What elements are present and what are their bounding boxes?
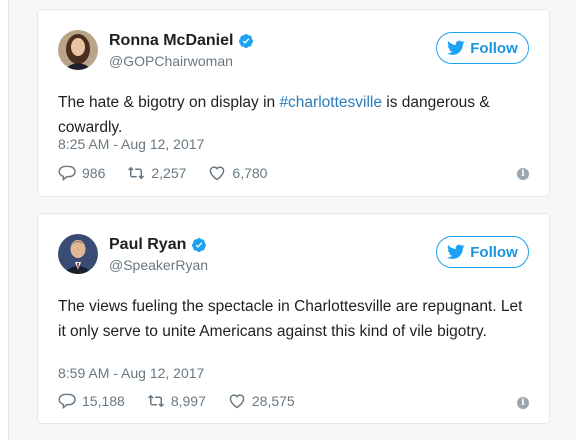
reply-count: 15,188 <box>82 393 125 409</box>
twitter-bird-icon <box>447 244 465 259</box>
left-divider <box>0 0 9 440</box>
author-name[interactable]: Ronna McDaniel <box>109 32 233 50</box>
follow-button[interactable]: Follow <box>436 236 529 268</box>
like-count: 6,780 <box>232 165 268 181</box>
retweet-icon <box>147 394 164 408</box>
avatar[interactable] <box>58 234 98 274</box>
retweet-action[interactable]: 2,257 <box>127 165 186 181</box>
verified-badge-icon <box>239 34 254 48</box>
hashtag-link[interactable]: #charlottesville <box>279 94 382 111</box>
tweet-card[interactable]: Paul Ryan @SpeakerRyan Follow The views … <box>37 213 550 424</box>
tweet-actions: 15,188 8,997 28,575 <box>58 393 317 409</box>
tweet-timestamp[interactable]: 8:25 AM - Aug 12, 2017 <box>58 136 204 152</box>
follow-label: Follow <box>470 39 518 57</box>
info-icon[interactable]: i <box>517 397 529 409</box>
reply-action[interactable]: 986 <box>58 165 105 181</box>
tweet-text: The views fueling the spectacle in Charl… <box>58 298 523 340</box>
tweet-text: The hate & bigotry on display in #charlo… <box>58 90 529 140</box>
reply-count: 986 <box>82 165 106 181</box>
retweet-count: 2,257 <box>151 165 187 181</box>
heart-icon <box>229 394 245 409</box>
follow-button[interactable]: Follow <box>436 32 529 64</box>
tweet-text-before: The hate & bigotry on display in <box>58 94 280 111</box>
like-count: 28,575 <box>251 393 295 409</box>
info-icon[interactable]: i <box>517 168 529 180</box>
author-handle[interactable]: @SpeakerRyan <box>109 257 208 273</box>
reply-action[interactable]: 15,188 <box>58 393 125 409</box>
like-action[interactable]: 28,575 <box>228 393 295 409</box>
verified-badge-icon <box>192 238 207 252</box>
author-row: Paul Ryan <box>109 236 207 254</box>
tweet-timestamp[interactable]: 8:59 AM - Aug 12, 2017 <box>58 365 204 381</box>
follow-label: Follow <box>470 243 518 261</box>
heart-icon <box>210 166 225 181</box>
page: Ronna McDaniel @GOPChairwoman Follow The… <box>0 0 576 440</box>
author-handle[interactable]: @GOPChairwoman <box>109 53 233 69</box>
author-name[interactable]: Paul Ryan <box>109 236 186 254</box>
tweet-actions: 986 2,257 6,780 <box>58 165 289 181</box>
reply-icon <box>58 393 76 409</box>
like-action[interactable]: 6,780 <box>208 165 267 181</box>
reply-icon <box>58 165 76 181</box>
retweet-icon <box>128 166 145 180</box>
retweet-action[interactable]: 8,997 <box>147 393 206 409</box>
twitter-bird-icon <box>447 40 465 55</box>
retweet-count: 8,997 <box>170 393 206 409</box>
tweet-card[interactable]: Ronna McDaniel @GOPChairwoman Follow The… <box>37 9 550 197</box>
avatar[interactable] <box>58 30 98 70</box>
author-row: Ronna McDaniel <box>109 32 254 50</box>
